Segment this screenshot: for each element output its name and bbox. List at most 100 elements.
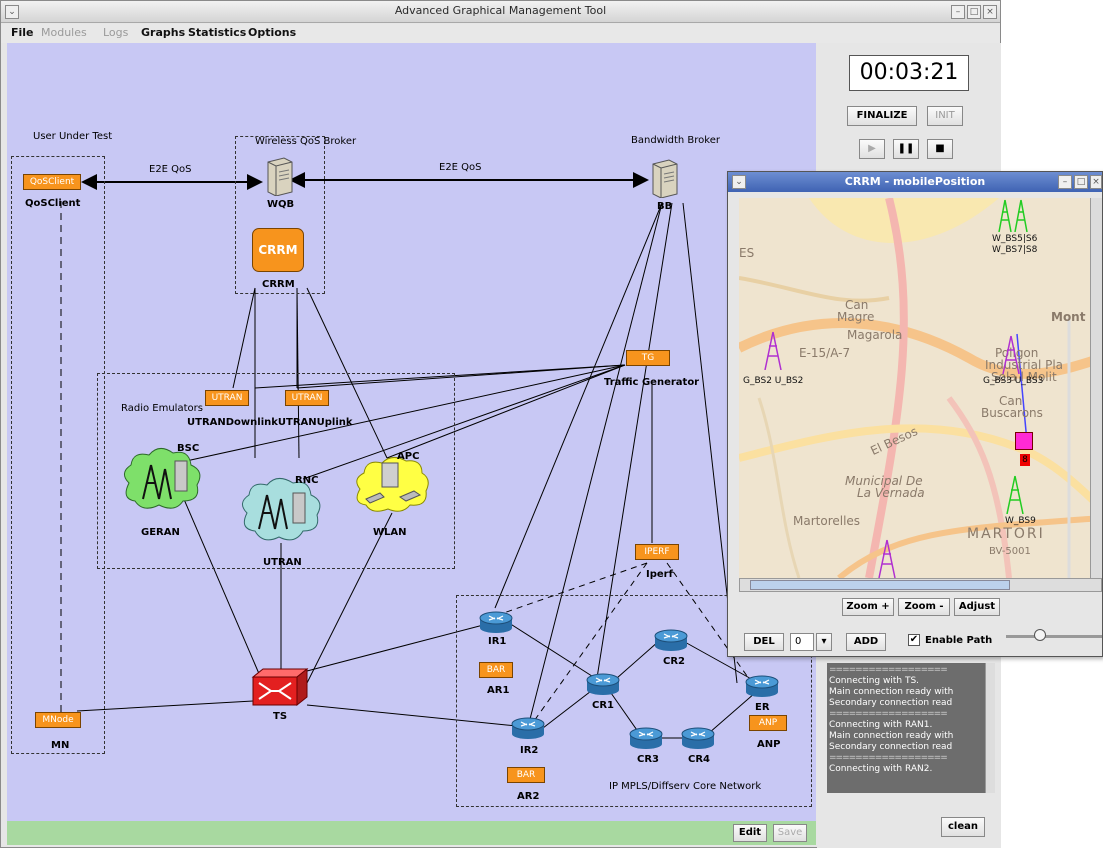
- log-line: Secondary connection read: [829, 698, 953, 708]
- edit-button[interactable]: Edit: [733, 824, 767, 842]
- map-hscroll-thumb[interactable]: [750, 580, 1010, 590]
- bb-server-icon[interactable]: [649, 158, 679, 198]
- utran-uplink-node[interactable]: UTRAN: [285, 390, 329, 406]
- cr1-router-icon[interactable]: [586, 673, 620, 695]
- ts-switch-icon[interactable]: [251, 667, 309, 707]
- crrm-node[interactable]: CRRM: [252, 228, 304, 272]
- ir1-router-icon[interactable]: [479, 611, 513, 633]
- base-station-w-bs9-icon[interactable]: [1005, 474, 1025, 514]
- status-bar: Edit Save: [7, 821, 816, 845]
- add-button[interactable]: ADD: [846, 633, 886, 651]
- cr4-label: CR4: [688, 754, 710, 765]
- enable-path-label: Enable Path: [925, 635, 993, 646]
- crrm-minimize-icon[interactable]: –: [1058, 175, 1072, 189]
- map-label: Martorelles: [793, 514, 861, 528]
- pause-button[interactable]: ❚❚: [893, 139, 919, 159]
- rnc-label: RNC: [295, 475, 319, 486]
- log-scrollbar[interactable]: [985, 663, 995, 793]
- menu-options[interactable]: Options: [248, 26, 296, 39]
- iperf-label: Iperf: [646, 569, 673, 580]
- station-label-w-bs9: W_BS9: [1005, 516, 1036, 526]
- wqb-server-icon[interactable]: [264, 156, 294, 196]
- crrm-close-icon[interactable]: ×: [1090, 175, 1102, 189]
- clean-button[interactable]: clean: [941, 817, 985, 837]
- anp-node[interactable]: ANP: [749, 715, 787, 731]
- base-station-g-bs3-icon[interactable]: [1001, 334, 1021, 374]
- user-under-test-group: [11, 156, 105, 754]
- mnode-node[interactable]: MNode: [35, 712, 81, 728]
- ar2-bar-node[interactable]: BAR: [507, 767, 545, 783]
- bsc-label: BSC: [177, 443, 200, 454]
- log-line: Connecting with RAN1.: [829, 720, 933, 730]
- window-title: Advanced Graphical Management Tool: [394, 4, 607, 17]
- er-router-icon[interactable]: [745, 675, 779, 697]
- log-line: Main connection ready with: [829, 731, 954, 741]
- menu-logs[interactable]: Logs: [103, 26, 128, 39]
- cr4-router-icon[interactable]: [681, 727, 715, 749]
- waypoint-select[interactable]: 0: [790, 633, 814, 651]
- ir2-router-icon[interactable]: [511, 717, 545, 739]
- station-label-w-bs7: W_BS7|S8: [992, 245, 1038, 255]
- maximize-icon[interactable]: □: [967, 5, 981, 19]
- adjust-button[interactable]: Adjust: [954, 598, 1000, 616]
- traffic-generator-node[interactable]: TG: [626, 350, 670, 366]
- elapsed-timer: 00:03:21: [849, 55, 969, 91]
- ts-label: TS: [273, 711, 288, 722]
- title-bar: ⌄ Advanced Graphical Management Tool – □…: [1, 1, 1000, 23]
- close-icon[interactable]: ×: [983, 5, 997, 19]
- utran-downlink-node[interactable]: UTRAN: [205, 390, 249, 406]
- menu-statistics[interactable]: Statistics: [188, 26, 246, 39]
- log-line: Secondary connection read: [829, 742, 953, 752]
- log-line: Main connection ready with: [829, 687, 954, 697]
- network-canvas[interactable]: User Under Test Wireless QoS Broker Band…: [7, 43, 816, 821]
- mobile-terminal-icon[interactable]: [1015, 432, 1033, 450]
- menu-modules[interactable]: Modules: [41, 26, 87, 39]
- station-label-g-bs3: G_BS3 U_BS3: [983, 376, 1044, 386]
- init-button[interactable]: INIT: [927, 106, 963, 126]
- minimize-icon[interactable]: –: [951, 5, 965, 19]
- cr3-label: CR3: [637, 754, 659, 765]
- menu-file[interactable]: File: [11, 26, 34, 39]
- bb-label: BB: [657, 201, 673, 212]
- e2e-qos-left-label: E2E QoS: [149, 164, 192, 175]
- utran-label: UTRAN: [263, 557, 302, 568]
- map-label: Magre: [837, 310, 875, 324]
- crrm-maximize-icon[interactable]: □: [1074, 175, 1088, 189]
- cr3-router-icon[interactable]: [629, 727, 663, 749]
- map-label: MARTORI: [967, 526, 1045, 542]
- waypoint-select-arrow[interactable]: ▾: [816, 633, 832, 651]
- core-network-label: IP MPLS/Diffserv Core Network: [609, 781, 762, 792]
- stop-button[interactable]: ■: [927, 139, 953, 159]
- mobile-position-map[interactable]: ES Can Magre Magarola E-15/A-7 Mont Poli…: [739, 198, 1102, 578]
- crrm-title-bar[interactable]: ⌄ CRRM - mobilePosition – □ ×: [728, 172, 1102, 192]
- base-station-g-bs2-icon[interactable]: [763, 330, 783, 370]
- map-label: E-15/A-7: [799, 346, 851, 360]
- zoom-in-button[interactable]: Zoom +: [842, 598, 894, 616]
- map-label: ES: [739, 246, 755, 260]
- ir1-label: IR1: [488, 636, 507, 647]
- play-icon: ▶: [868, 143, 876, 154]
- del-button[interactable]: DEL: [744, 633, 784, 651]
- ar1-bar-node[interactable]: BAR: [479, 662, 513, 678]
- map-hscrollbar[interactable]: [739, 578, 1102, 592]
- speed-slider[interactable]: [1002, 628, 1102, 654]
- log-line: Connecting with TS.: [829, 676, 920, 686]
- play-button[interactable]: ▶: [859, 139, 885, 159]
- anp-label: ANP: [757, 739, 781, 750]
- slider-thumb[interactable]: [1034, 629, 1046, 641]
- save-button[interactable]: Save: [773, 824, 807, 842]
- log-line: Connecting with RAN2.: [829, 764, 933, 774]
- utran-downlink-uplink-label: UTRANDownlinkUTRANUplink: [187, 417, 353, 428]
- base-station-w-bs5-icon[interactable]: [997, 198, 1033, 232]
- menu-graphs[interactable]: Graphs: [141, 26, 185, 39]
- cr2-router-icon[interactable]: [654, 629, 688, 651]
- map-label: La Vernada: [857, 486, 925, 500]
- map-vscrollbar[interactable]: [1090, 198, 1102, 578]
- zoom-out-button[interactable]: Zoom -: [898, 598, 950, 616]
- iperf-node[interactable]: IPERF: [635, 544, 679, 560]
- qosclient-node[interactable]: QoSClient: [23, 174, 81, 190]
- pause-icon: ❚❚: [897, 143, 915, 154]
- wlan-network-icon[interactable]: [352, 453, 432, 515]
- finalize-button[interactable]: FINALIZE: [847, 106, 917, 126]
- enable-path-checkbox[interactable]: ✔: [908, 634, 920, 646]
